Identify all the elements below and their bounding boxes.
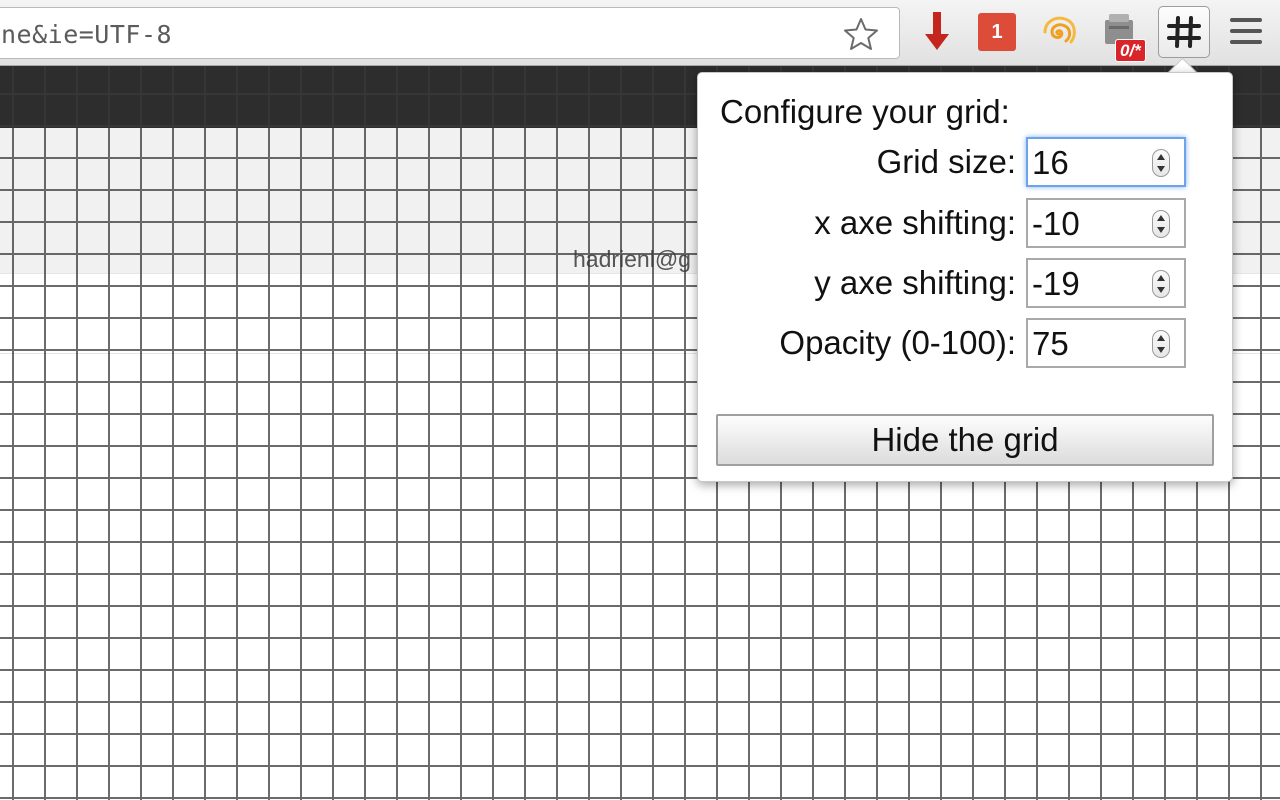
y-shift-stepper[interactable] <box>1152 270 1170 298</box>
hide-grid-button[interactable]: Hide the grid <box>716 414 1214 466</box>
spiral-icon[interactable] <box>1037 10 1081 54</box>
address-bar-url[interactable]: ne&ie=UTF-8 <box>1 20 172 49</box>
y-shift-value[interactable]: -19 <box>1032 265 1080 303</box>
bookmark-star-icon[interactable] <box>841 17 881 51</box>
grid-config-popup: Configure your grid: Grid size: 16 x axe… <box>697 72 1233 482</box>
popup-title: Configure your grid: <box>720 93 1010 130</box>
grid-size-value[interactable]: 16 <box>1032 144 1069 182</box>
opacity-stepper[interactable] <box>1152 330 1170 358</box>
y-shift-input[interactable]: -19 <box>1026 258 1186 308</box>
x-shift-row: x axe shifting: -10 <box>698 198 1234 248</box>
x-shift-label: x axe shifting: <box>814 204 1016 241</box>
down-arrow-icon[interactable] <box>915 10 959 54</box>
x-shift-stepper[interactable] <box>1152 210 1170 238</box>
account-email[interactable]: hadrienl@g <box>573 246 691 273</box>
opacity-input[interactable]: 75 <box>1026 318 1186 368</box>
notification-badge-button[interactable]: 1 <box>978 13 1016 51</box>
grid-size-input[interactable]: 16 <box>1026 137 1186 187</box>
opacity-row: Opacity (0-100): 75 <box>698 318 1234 368</box>
grid-extension-button[interactable] <box>1158 6 1210 58</box>
browser-toolbar: ne&ie=UTF-8 1 0/* <box>0 0 1280 66</box>
grid-size-label: Grid size: <box>876 143 1016 180</box>
opacity-label: Opacity (0-100): <box>779 324 1016 361</box>
grid-size-row: Grid size: 16 <box>698 137 1234 187</box>
x-shift-value[interactable]: -10 <box>1032 205 1080 243</box>
grid-hash-icon <box>1167 16 1201 48</box>
y-shift-label: y axe shifting: <box>814 264 1016 301</box>
grid-size-stepper[interactable] <box>1152 149 1170 177</box>
hamburger-menu-icon[interactable] <box>1228 14 1264 48</box>
x-shift-input[interactable]: -10 <box>1026 198 1186 248</box>
counter-badge: 0/* <box>1115 39 1146 62</box>
opacity-value[interactable]: 75 <box>1032 325 1069 363</box>
address-bar[interactable]: ne&ie=UTF-8 <box>0 7 900 59</box>
y-shift-row: y axe shifting: -19 <box>698 258 1234 308</box>
